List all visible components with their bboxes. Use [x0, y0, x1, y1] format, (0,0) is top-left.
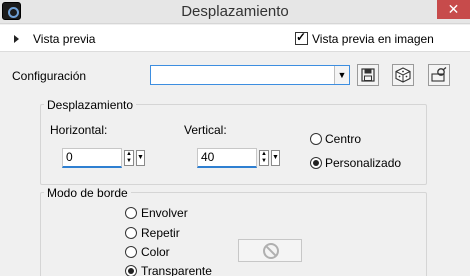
- close-button[interactable]: ✕: [437, 0, 470, 19]
- offset-group-title: Desplazamiento: [44, 98, 137, 112]
- expand-arrow-icon[interactable]: [14, 35, 19, 43]
- radio-repeat[interactable]: [125, 227, 137, 239]
- offset-group: [40, 104, 427, 185]
- radio-transparent[interactable]: [125, 265, 137, 276]
- vertical-spin-buttons[interactable]: ▲ ▼: [259, 150, 269, 166]
- radio-center-label: Centro: [325, 132, 362, 146]
- radio-custom[interactable]: [310, 157, 322, 169]
- radio-center[interactable]: [310, 133, 322, 145]
- image-preview-label: Vista previa en imagen: [312, 32, 434, 46]
- config-select[interactable]: ▼: [150, 65, 350, 85]
- horizontal-label: Horizontal:: [50, 123, 108, 137]
- checkmark-icon: ✓: [296, 30, 307, 44]
- radio-repeat-label: Repetir: [141, 226, 180, 240]
- edge-mode-group: [40, 192, 427, 276]
- radio-transparent-label: Transparente: [141, 264, 212, 276]
- vertical-label: Vertical:: [184, 123, 227, 137]
- vertical-dropdown-button[interactable]: ▼: [271, 150, 280, 166]
- radio-wrap[interactable]: [125, 207, 137, 219]
- edge-mode-group-title: Modo de borde: [44, 186, 131, 200]
- preset-manager-button[interactable]: [428, 64, 450, 86]
- radio-wrap-label: Envolver: [141, 206, 188, 220]
- horizontal-dropdown-button[interactable]: ▼: [136, 150, 145, 166]
- save-preset-button[interactable]: [357, 64, 379, 86]
- chevron-down-icon[interactable]: ▼: [334, 66, 349, 84]
- randomize-button[interactable]: [392, 64, 414, 86]
- radio-color-label: Color: [141, 245, 170, 259]
- disabled-icon: [263, 243, 279, 259]
- horizontal-input[interactable]: 0: [62, 148, 122, 168]
- radio-color[interactable]: [125, 246, 137, 258]
- config-label: Configuración: [12, 69, 87, 83]
- vertical-input[interactable]: 40: [197, 148, 257, 168]
- window-title: Desplazamiento: [181, 3, 289, 20]
- horizontal-spin-buttons[interactable]: ▲ ▼: [124, 150, 134, 166]
- radio-custom-label: Personalizado: [325, 156, 402, 170]
- preview-label[interactable]: Vista previa: [33, 32, 95, 46]
- image-preview-checkbox[interactable]: ✓: [295, 30, 308, 45]
- preview-bar: Vista previa ✓ Vista previa en imagen: [0, 25, 470, 52]
- edge-color-swatch[interactable]: [238, 239, 302, 262]
- dice-icon: [395, 67, 411, 83]
- save-icon: [361, 68, 375, 82]
- title-bar: Desplazamiento ✕: [0, 0, 470, 24]
- preset-manager-icon: [431, 66, 447, 82]
